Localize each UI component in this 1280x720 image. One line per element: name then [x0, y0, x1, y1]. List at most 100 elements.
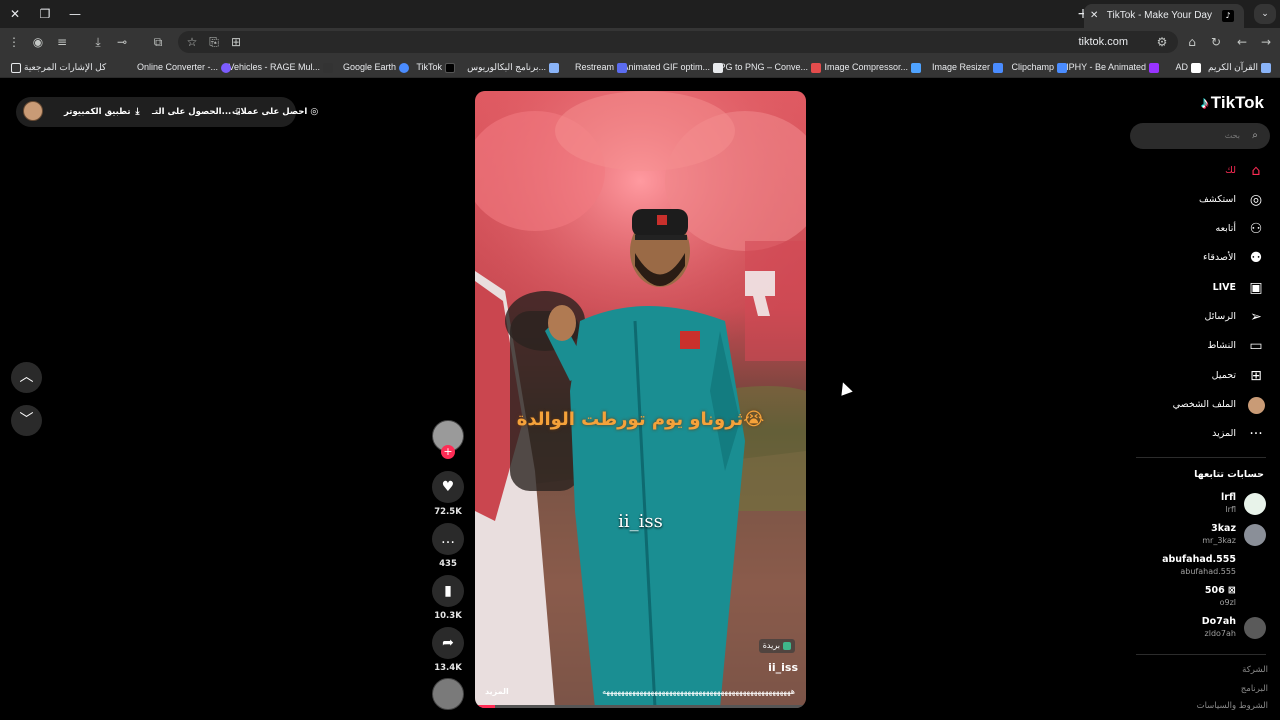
compressor-icon — [911, 62, 921, 73]
tiktok-logo[interactable]: ♪ TikTok — [1201, 93, 1264, 113]
comment-button[interactable]: … — [432, 523, 464, 555]
chevron-up-icon: ︿ — [19, 369, 34, 385]
nav-more[interactable]: المزيد ··· — [1106, 422, 1266, 446]
giphy-icon — [1149, 62, 1159, 73]
close-window-icon[interactable]: ✕ — [4, 4, 26, 24]
footer-program-link[interactable]: البرنامج — [1241, 684, 1268, 694]
account-item[interactable]: 3kaz mr_3kaz — [1126, 521, 1266, 551]
earth-icon — [399, 62, 409, 73]
bookmark-label: Online Converter -... — [136, 62, 218, 72]
profile-icon[interactable]: ◉ — [28, 32, 48, 52]
sound-disc[interactable] — [432, 678, 464, 710]
account-item[interactable]: Do7ah zldo7ah — [1126, 614, 1266, 644]
search-input[interactable]: بحث ⌕ — [1130, 123, 1270, 149]
minimize-window-icon[interactable]: — — [64, 4, 86, 24]
share-count: 13.4K — [434, 663, 462, 673]
restore-window-icon[interactable]: ❐ — [34, 4, 56, 24]
bookmark-item[interactable]: AD — [1175, 56, 1204, 78]
url-text[interactable]: tiktok.com — [1078, 31, 1128, 53]
avatar — [1244, 617, 1266, 639]
bookmark-label: Google Earth — [342, 62, 396, 72]
footer-terms-link[interactable]: الشروط والسياسات — [1197, 701, 1268, 711]
reload-icon[interactable]: ↻ — [1206, 32, 1226, 52]
avatar[interactable] — [23, 101, 43, 121]
download-icon: ⤓ — [135, 107, 140, 117]
account-item[interactable]: lrfl lrfl — [1126, 490, 1266, 520]
next-video-button[interactable]: ﹀ — [11, 405, 42, 436]
share-button[interactable]: ➦ — [432, 627, 464, 659]
save-button[interactable]: ▮ — [432, 575, 464, 607]
bookmark-item[interactable]: GIPHY - Be Animated — [1059, 56, 1162, 78]
mouse-cursor — [837, 380, 853, 396]
share-icon: ➦ — [442, 635, 454, 651]
bookmark-item[interactable]: JPG to PNG – Conve... — [715, 56, 824, 78]
reading-list-icon[interactable]: ≡ — [52, 32, 72, 52]
tab-title: TikTok - Make Your Day — [1106, 10, 1212, 21]
bookmark-item[interactable]: Animated GIF optim... — [622, 56, 726, 78]
nav-upload[interactable]: تحميل ⊞ — [1106, 364, 1266, 388]
activity-icon: ▭ — [1249, 338, 1263, 354]
address-bar[interactable]: ☆ ⎘ ⊞ tiktok.com ⚙ — [178, 31, 1178, 53]
bookmark-item[interactable]: برنامج البكالوريوس... — [467, 56, 562, 78]
avatar — [1244, 493, 1266, 515]
tab-close-icon[interactable]: ✕ — [1090, 4, 1098, 28]
account-name: lrfl — [1221, 492, 1236, 503]
account-item[interactable]: abufahad.555 abufahad.555 — [1126, 552, 1266, 582]
bookmark-icon: ▮ — [444, 583, 452, 599]
video-player[interactable]: ثروناو يوم تورطت الوالدة😭 ii_iss بريدة i… — [475, 91, 806, 708]
desktop-app-button[interactable]: تطبيق الكمبيوتر ⤓ — [64, 97, 145, 127]
nav-label: الأصدقاء — [1202, 252, 1236, 263]
site-settings-icon[interactable]: ⚙ — [1152, 32, 1172, 52]
account-item[interactable]: 506 ⊠ o9zl — [1126, 583, 1266, 613]
logo-text: TikTok — [1210, 93, 1264, 112]
nav-profile[interactable]: الملف الشخصي — [1106, 393, 1266, 417]
nav-explore[interactable]: استكشف ◎ — [1106, 188, 1266, 212]
forward-icon[interactable]: → — [1256, 32, 1276, 52]
bookmark-label: Restream — [574, 62, 614, 72]
desktop-app-label: تطبيق الكمبيوتر — [64, 107, 131, 117]
get-coins-button[interactable]: احصل على عملات ◎ — [232, 97, 321, 127]
back-icon[interactable]: ← — [1232, 32, 1252, 52]
bookmark-item[interactable]: Google Earth — [343, 56, 412, 78]
bookmark-star-icon[interactable]: ☆ — [182, 32, 202, 52]
bookmark-item[interactable]: TikTok — [416, 56, 458, 78]
bookmark-item[interactable]: Image Compressor... — [824, 56, 924, 78]
home-button-icon[interactable]: ⌂ — [1182, 32, 1202, 52]
bookmark-label: GIPHY - Be Animated — [1059, 62, 1146, 72]
bookmark-item[interactable]: القرآن الكريم — [1208, 56, 1274, 78]
link-icon[interactable]: ⊸ — [112, 32, 132, 52]
bookmark-item[interactable]: Online Converter -... — [137, 56, 234, 78]
divider — [1136, 457, 1266, 458]
footer-company-link[interactable]: الشركة — [1242, 665, 1268, 675]
bookmark-label: برنامج البكالوريوس... — [467, 62, 546, 72]
translate-icon[interactable]: ⊞ — [226, 32, 246, 52]
follow-button[interactable]: + — [441, 445, 455, 459]
more-button[interactable]: المزيد — [485, 687, 509, 696]
globe-icon — [1261, 62, 1271, 73]
previous-video-button[interactable]: ︿ — [11, 362, 42, 393]
nav-activity[interactable]: النشاط ▭ — [1106, 334, 1266, 358]
nav-following[interactable]: أتابعه ⚇ — [1106, 217, 1266, 241]
account-handle: abufahad.555 — [1180, 567, 1236, 576]
like-button[interactable]: ♥ — [432, 471, 464, 503]
bookmark-item[interactable]: Restream — [575, 56, 630, 78]
nav-live[interactable]: LIVE ▣ — [1106, 276, 1266, 300]
menu-icon[interactable]: ⋮ — [4, 32, 24, 52]
tab-tiktok[interactable]: ✕ TikTok - Make Your Day ♪ — [1084, 4, 1244, 28]
nav-messages[interactable]: الرسائل ➢ — [1106, 305, 1266, 329]
tab-search-icon[interactable]: ⌄ — [1254, 4, 1276, 24]
video-author[interactable]: ii_iss — [768, 661, 798, 674]
all-bookmarks[interactable]: كل الإشارات المرجعية — [8, 56, 106, 78]
following-icon: ⚇ — [1249, 221, 1263, 237]
extensions-icon[interactable]: ⧉ — [148, 32, 168, 52]
nav-friends[interactable]: الأصدقاء ⚉ — [1106, 246, 1266, 270]
download-icon[interactable]: ⤓ — [88, 32, 108, 52]
bookmark-item[interactable]: Image Resizer — [932, 56, 1006, 78]
bookmark-item[interactable]: Vehicles - RAGE Mul... — [228, 56, 336, 78]
nav-label: النشاط — [1207, 340, 1236, 351]
location-tag[interactable]: بريدة — [758, 639, 795, 653]
search-icon[interactable]: ⌕ — [1248, 129, 1262, 143]
bookmark-item[interactable]: Clipchamp — [1011, 56, 1070, 78]
install-app-icon[interactable]: ⎘ — [204, 32, 224, 52]
nav-for-you[interactable]: لك ⌂ — [1106, 159, 1266, 183]
